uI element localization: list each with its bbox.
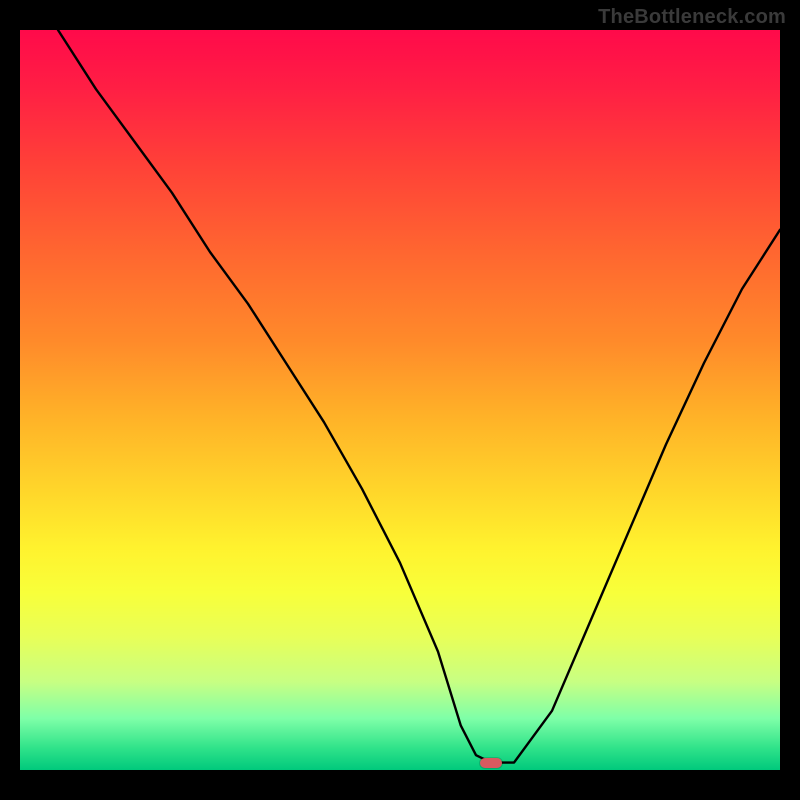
curve-svg	[20, 30, 780, 770]
minimum-marker	[480, 758, 502, 768]
watermark-text: TheBottleneck.com	[598, 6, 786, 29]
bottleneck-curve	[58, 30, 780, 763]
chart-frame: TheBottleneck.com	[0, 0, 800, 800]
plot-area	[20, 30, 780, 770]
